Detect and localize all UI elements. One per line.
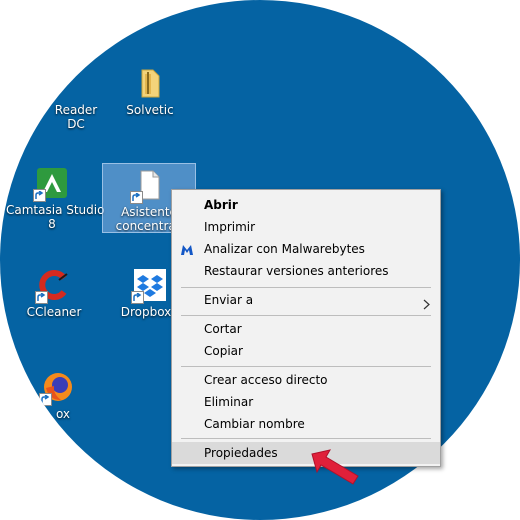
shortcut-arrow-icon	[131, 291, 144, 304]
shortcut-arrow-icon	[35, 291, 48, 304]
menu-item-copiar[interactable]: Copiar	[172, 340, 440, 362]
shortcut-arrow-icon	[33, 189, 46, 202]
document-icon	[130, 168, 166, 204]
desktop-icon-label: CCleaner	[26, 305, 82, 319]
desktop-icon-label: Camtasia Studio 8	[6, 203, 105, 231]
menu-item-cortar[interactable]: Cortar	[172, 318, 440, 340]
menu-item-label: Analizar con Malwarebytes	[204, 242, 365, 256]
desktop-icon-solvetic[interactable]: Solvetic	[104, 66, 196, 117]
menu-item-crear-acceso-directo[interactable]: Crear acceso directo	[172, 369, 440, 391]
camtasia-icon	[33, 166, 69, 202]
menu-item-restaurar-versiones[interactable]: Restaurar versiones anteriores	[172, 260, 440, 282]
firefox-icon	[39, 370, 75, 406]
menu-separator	[181, 438, 431, 439]
chevron-right-icon	[423, 295, 430, 317]
menu-separator	[181, 366, 431, 367]
menu-item-label: Cambiar nombre	[204, 417, 305, 431]
shortcut-arrow-icon	[39, 393, 52, 406]
menu-item-label: Enviar a	[204, 293, 254, 307]
menu-item-label: Crear acceso directo	[204, 373, 328, 387]
desktop-icon-label: Solvetic	[126, 103, 174, 117]
menu-item-abrir[interactable]: Abrir	[172, 194, 440, 216]
desktop-icon-reader[interactable]: Reader DC	[16, 66, 108, 131]
menu-item-label: Restaurar versiones anteriores	[204, 264, 389, 278]
menu-separator	[181, 315, 431, 316]
menu-item-enviar-a[interactable]: Enviar a	[172, 289, 440, 311]
menu-item-label: Imprimir	[204, 220, 256, 234]
menu-item-label: Abrir	[204, 198, 238, 212]
menu-item-label: Propiedades	[204, 446, 278, 460]
menu-item-imprimir[interactable]: Imprimir	[172, 216, 440, 238]
desktop-icon-ccleaner[interactable]: CCleaner	[8, 268, 100, 319]
menu-separator	[181, 287, 431, 288]
menu-item-propiedades[interactable]: Propiedades	[172, 442, 440, 464]
menu-item-label: Cortar	[204, 322, 242, 336]
adobe-reader-icon	[45, 66, 79, 100]
red-arrow-icon	[311, 449, 359, 485]
desktop-icon-firefox[interactable]: ox	[12, 370, 104, 421]
desktop-icon-camtasia[interactable]: Camtasia Studio 8	[6, 166, 105, 231]
screenshot-stage: Reader DC Solvetic Camtasia Studio 8 Asi…	[0, 0, 520, 520]
menu-item-label: Copiar	[204, 344, 243, 358]
menu-item-eliminar[interactable]: Eliminar	[172, 391, 440, 413]
dropbox-icon	[131, 268, 167, 304]
desktop-icon-label: ox	[55, 407, 71, 421]
ccleaner-icon	[35, 268, 71, 304]
menu-item-malwarebytes[interactable]: Analizar con Malwarebytes	[172, 238, 440, 260]
context-menu: Abrir Imprimir Analizar con Malwarebytes…	[171, 189, 441, 467]
menu-item-label: Eliminar	[204, 395, 254, 409]
shortcut-arrow-icon	[130, 191, 143, 204]
folder-icon	[133, 66, 167, 100]
menu-item-cambiar-nombre[interactable]: Cambiar nombre	[172, 413, 440, 435]
